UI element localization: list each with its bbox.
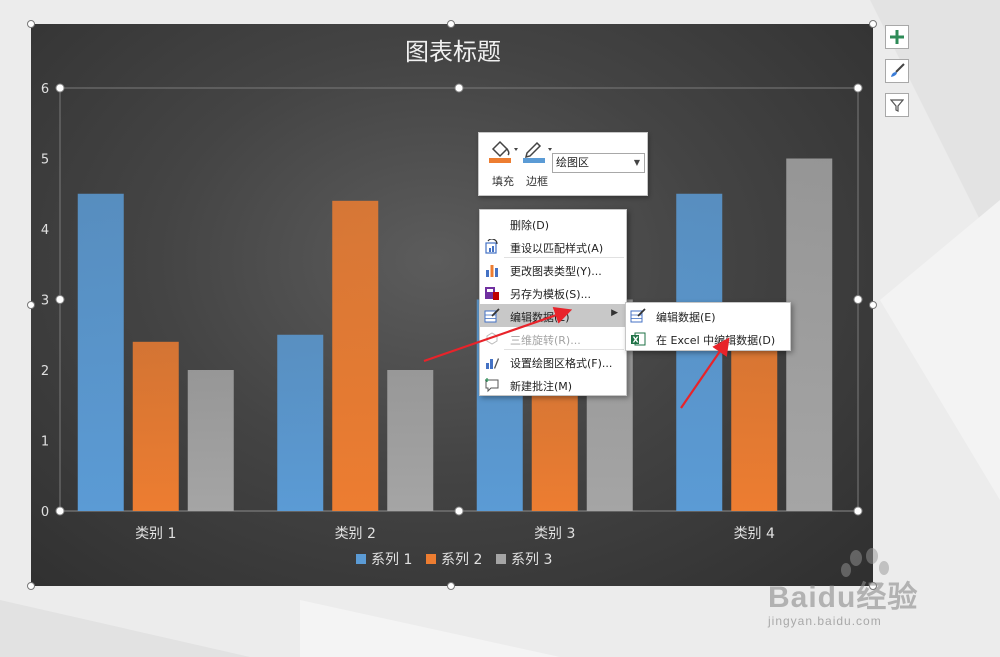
plot-area-handle[interactable] xyxy=(454,506,464,516)
chart-element-select[interactable]: 绘图区 ▼ xyxy=(552,153,645,173)
submenu-item[interactable]: 编辑数据(E) xyxy=(626,304,790,327)
submenu-item[interactable]: X 在 Excel 中编辑数据(D) xyxy=(626,327,790,350)
bar[interactable] xyxy=(332,200,379,512)
y-tick-label: 6 xyxy=(41,82,49,97)
border-label: 边框 xyxy=(526,175,548,188)
comment-icon xyxy=(485,378,499,393)
x-tick-label: 类别 4 xyxy=(734,526,775,542)
bar[interactable] xyxy=(77,193,124,511)
chart-resize-handle-tc[interactable] xyxy=(447,20,455,28)
legend-swatch xyxy=(426,554,436,564)
plot-area-handle[interactable] xyxy=(454,83,464,93)
chart-filter-button[interactable] xyxy=(885,93,909,117)
add-chart-element-icon xyxy=(890,30,904,44)
chart-resize-handle-tl[interactable] xyxy=(27,20,35,28)
chart-style-brush-icon xyxy=(891,63,905,77)
context-menu-item-label: 重设以匹配样式(A) xyxy=(510,242,604,255)
context-menu-item-label: 编辑数据(E) xyxy=(510,311,570,324)
context-menu-item-label: 新建批注(M) xyxy=(510,380,573,393)
legend-entry[interactable]: 系列 2 xyxy=(441,552,482,568)
plot-area-handle[interactable] xyxy=(55,83,65,93)
chart-filter-icon xyxy=(890,99,904,112)
legend-swatch xyxy=(496,554,506,564)
x-tick-label: 类别 3 xyxy=(534,526,575,542)
context-menu-item[interactable]: 更改图表类型(Y)... xyxy=(480,258,626,281)
baidu-watermark: Baidu经验 jingyan.baidu.com xyxy=(768,548,968,638)
context-menu-item[interactable]: 重设以匹配样式(A) xyxy=(480,235,626,258)
y-tick-label: 0 xyxy=(41,505,49,520)
x-tick-label: 类别 1 xyxy=(135,526,176,542)
rotate-3d-icon xyxy=(486,332,498,345)
chart-title[interactable]: 图表标题 xyxy=(405,38,501,66)
chart-resize-handle-bl[interactable] xyxy=(27,582,35,590)
context-menu-item[interactable]: 编辑数据(E) ▶ xyxy=(480,304,626,327)
y-tick-label: 1 xyxy=(41,435,49,450)
chevron-down-icon: ▼ xyxy=(633,158,640,167)
context-menu-item-label: 另存为模板(S)... xyxy=(510,288,592,301)
legend-entry[interactable]: 系列 1 xyxy=(371,552,412,568)
menu-separator xyxy=(504,349,624,350)
context-menu-item: 三维旋转(R)... xyxy=(480,327,626,350)
chart-type-icon xyxy=(486,265,498,277)
bar[interactable] xyxy=(132,341,179,511)
chart-resize-handle-bc[interactable] xyxy=(447,582,455,590)
bar[interactable] xyxy=(277,334,324,511)
plot-area-handle[interactable] xyxy=(853,83,863,93)
plot-area-handle[interactable] xyxy=(853,295,863,304)
add-chart-element-button[interactable] xyxy=(885,25,909,49)
context-menu-item[interactable]: 新建批注(M) xyxy=(480,373,626,396)
format-mini-toolbar: 填充 边框 绘图区 ▼ xyxy=(478,132,648,196)
y-tick-label: 4 xyxy=(41,223,49,238)
legend-swatch xyxy=(356,554,366,564)
chart-resize-handle-mr[interactable] xyxy=(869,301,877,309)
legend-entry[interactable]: 系列 3 xyxy=(511,552,552,568)
plot-area-handle[interactable] xyxy=(55,506,65,516)
context-menu-item[interactable]: 另存为模板(S)... xyxy=(480,281,626,304)
bar[interactable] xyxy=(387,370,434,511)
chart-element-select-value: 绘图区 xyxy=(556,156,589,169)
bar[interactable] xyxy=(676,193,723,511)
context-menu-item[interactable]: 删除(D) xyxy=(480,212,626,235)
format-area-icon xyxy=(486,358,499,369)
context-menu-item[interactable]: 设置绘图区格式(F)... xyxy=(480,350,626,373)
context-menu-item-label: 更改图表类型(Y)... xyxy=(510,265,602,278)
chart-style-button[interactable] xyxy=(885,59,909,83)
plot-area-handle[interactable] xyxy=(853,506,863,516)
border-pen-icon xyxy=(523,141,552,163)
border-button[interactable]: 边框 xyxy=(517,137,557,191)
edit-data-submenu: 编辑数据(E) X 在 Excel 中编辑数据(D) xyxy=(625,302,791,351)
bar[interactable] xyxy=(786,158,833,512)
y-tick-label: 2 xyxy=(41,364,49,379)
y-tick-label: 5 xyxy=(41,153,49,168)
save-template-icon xyxy=(485,287,499,300)
svg-text:X: X xyxy=(633,336,640,345)
edit-data-icon xyxy=(630,308,646,323)
watermark-url: jingyan.baidu.com xyxy=(768,614,882,628)
context-menu-item-label: 设置绘图区格式(F)... xyxy=(510,357,613,370)
submenu-item-label: 编辑数据(E) xyxy=(656,311,716,324)
menu-separator xyxy=(504,257,624,258)
bar[interactable] xyxy=(187,370,234,511)
context-menu-item-label: 删除(D) xyxy=(510,219,550,232)
excel-icon: X xyxy=(631,332,646,346)
plot-area-handle[interactable] xyxy=(55,295,65,304)
y-tick-label: 3 xyxy=(41,294,49,309)
chart-resize-handle-tr[interactable] xyxy=(869,20,877,28)
edit-data-icon xyxy=(484,308,500,323)
context-menu-item-label: 三维旋转(R)... xyxy=(510,334,581,347)
submenu-arrow-icon: ▶ xyxy=(611,308,618,318)
watermark-logo: Baidu经验 xyxy=(768,581,919,614)
chart-resize-handle-ml[interactable] xyxy=(27,301,35,309)
context-menu: 删除(D) 重设以匹配样式(A) 更改图表类型(Y)... 另存为模板(S)... 编辑… xyxy=(479,209,627,396)
submenu-item-label: 在 Excel 中编辑数据(D) xyxy=(656,334,776,347)
reset-style-icon xyxy=(485,239,498,254)
x-tick-label: 类别 2 xyxy=(335,526,376,542)
